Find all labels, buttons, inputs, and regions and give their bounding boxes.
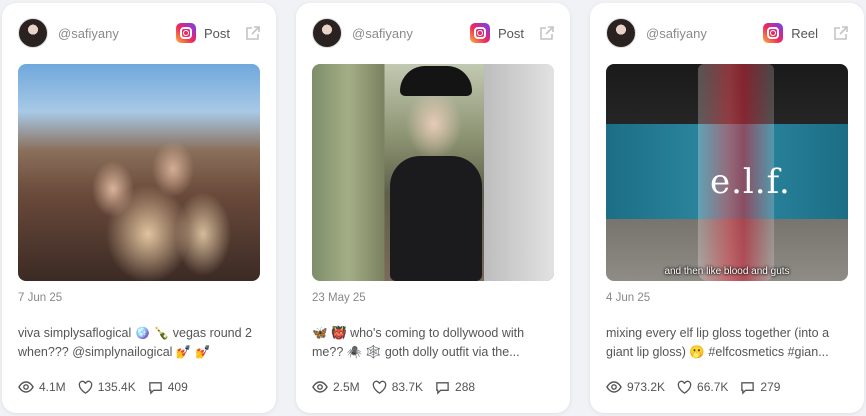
- likes-stat: 135.4K: [78, 380, 136, 395]
- eye-icon: [18, 381, 34, 393]
- media-brand-text: e.l.f.: [710, 162, 791, 202]
- post-stats: 4.1M 135.4K 409: [18, 379, 200, 395]
- external-link-icon[interactable]: [832, 24, 850, 42]
- comments-stat: 409: [148, 380, 188, 395]
- media-figure: [390, 156, 482, 281]
- post-caption: mixing every elf lip gloss together (int…: [606, 326, 830, 359]
- instagram-icon: [175, 23, 196, 43]
- post-card[interactable]: @safiyany Reel e.l.f. and then like bloo…: [590, 3, 864, 413]
- views-count: 4.1M: [39, 380, 66, 394]
- likes-stat: 83.7K: [372, 380, 423, 395]
- heart-icon: [78, 380, 92, 394]
- post-card[interactable]: @safiyany Post 7 Jun 25 viva simplysaflo…: [2, 3, 276, 413]
- eye-icon: [312, 381, 328, 393]
- comment-icon: [741, 381, 755, 395]
- avatar: [18, 18, 48, 48]
- heart-icon: [677, 380, 692, 394]
- media-caption-overlay: and then like blood and guts: [664, 266, 790, 277]
- comments-count: 279: [760, 380, 781, 394]
- card-header: @safiyany Post: [18, 18, 262, 48]
- post-date: 23 May 25: [312, 292, 366, 304]
- views-stat: 2.5M: [312, 379, 360, 395]
- post-date: 4 Jun 25: [606, 292, 651, 304]
- avatar: [606, 18, 636, 48]
- post-type-label: Reel: [791, 25, 818, 41]
- likes-count: 83.7K: [391, 380, 424, 394]
- comments-stat: 279: [740, 380, 780, 395]
- card-header: @safiyany Post: [312, 18, 556, 48]
- post-type-label: Post: [497, 25, 524, 41]
- comments-count: 288: [455, 380, 476, 394]
- instagram-icon: [763, 23, 784, 43]
- external-link-icon[interactable]: [244, 24, 262, 42]
- post-caption: 🦋 👹 who's coming to dollywood with me?? …: [312, 326, 525, 359]
- account-handle[interactable]: @safiyany: [58, 26, 176, 41]
- comment-icon: [148, 381, 162, 395]
- post-card[interactable]: @safiyany Post 23 May 25 🦋 👹 who's comin…: [296, 3, 570, 413]
- post-type-label: Post: [203, 25, 230, 41]
- views-stat: 973.2K: [606, 379, 665, 395]
- comments-count: 409: [167, 380, 188, 394]
- card-header: @safiyany Reel: [606, 18, 850, 48]
- media-hat: [400, 66, 472, 96]
- instagram-icon: [469, 23, 490, 43]
- post-media[interactable]: [312, 64, 554, 281]
- likes-count: 66.7K: [697, 380, 729, 394]
- avatar: [312, 18, 342, 48]
- eye-icon: [606, 381, 622, 393]
- likes-stat: 66.7K: [677, 380, 728, 395]
- post-stats: 2.5M 83.7K 288: [312, 379, 487, 395]
- post-date: 7 Jun 25: [18, 292, 63, 304]
- account-handle[interactable]: @safiyany: [352, 26, 470, 41]
- views-stat: 4.1M: [18, 379, 66, 395]
- heart-icon: [372, 380, 386, 394]
- external-link-icon[interactable]: [538, 24, 556, 42]
- post-caption: viva simplysaflogical 🪩 🍾 vegas round 2 …: [18, 326, 253, 359]
- likes-count: 135.4K: [97, 380, 136, 394]
- account-handle[interactable]: @safiyany: [646, 26, 763, 41]
- comments-stat: 288: [435, 380, 475, 395]
- views-count: 2.5M: [333, 380, 360, 394]
- post-media[interactable]: [18, 64, 260, 281]
- comment-icon: [436, 381, 449, 395]
- media-wall: [484, 64, 554, 281]
- views-count: 973.2K: [627, 380, 666, 394]
- post-stats: 973.2K 66.7K 279: [606, 379, 792, 395]
- post-media[interactable]: e.l.f. and then like blood and guts: [606, 64, 848, 281]
